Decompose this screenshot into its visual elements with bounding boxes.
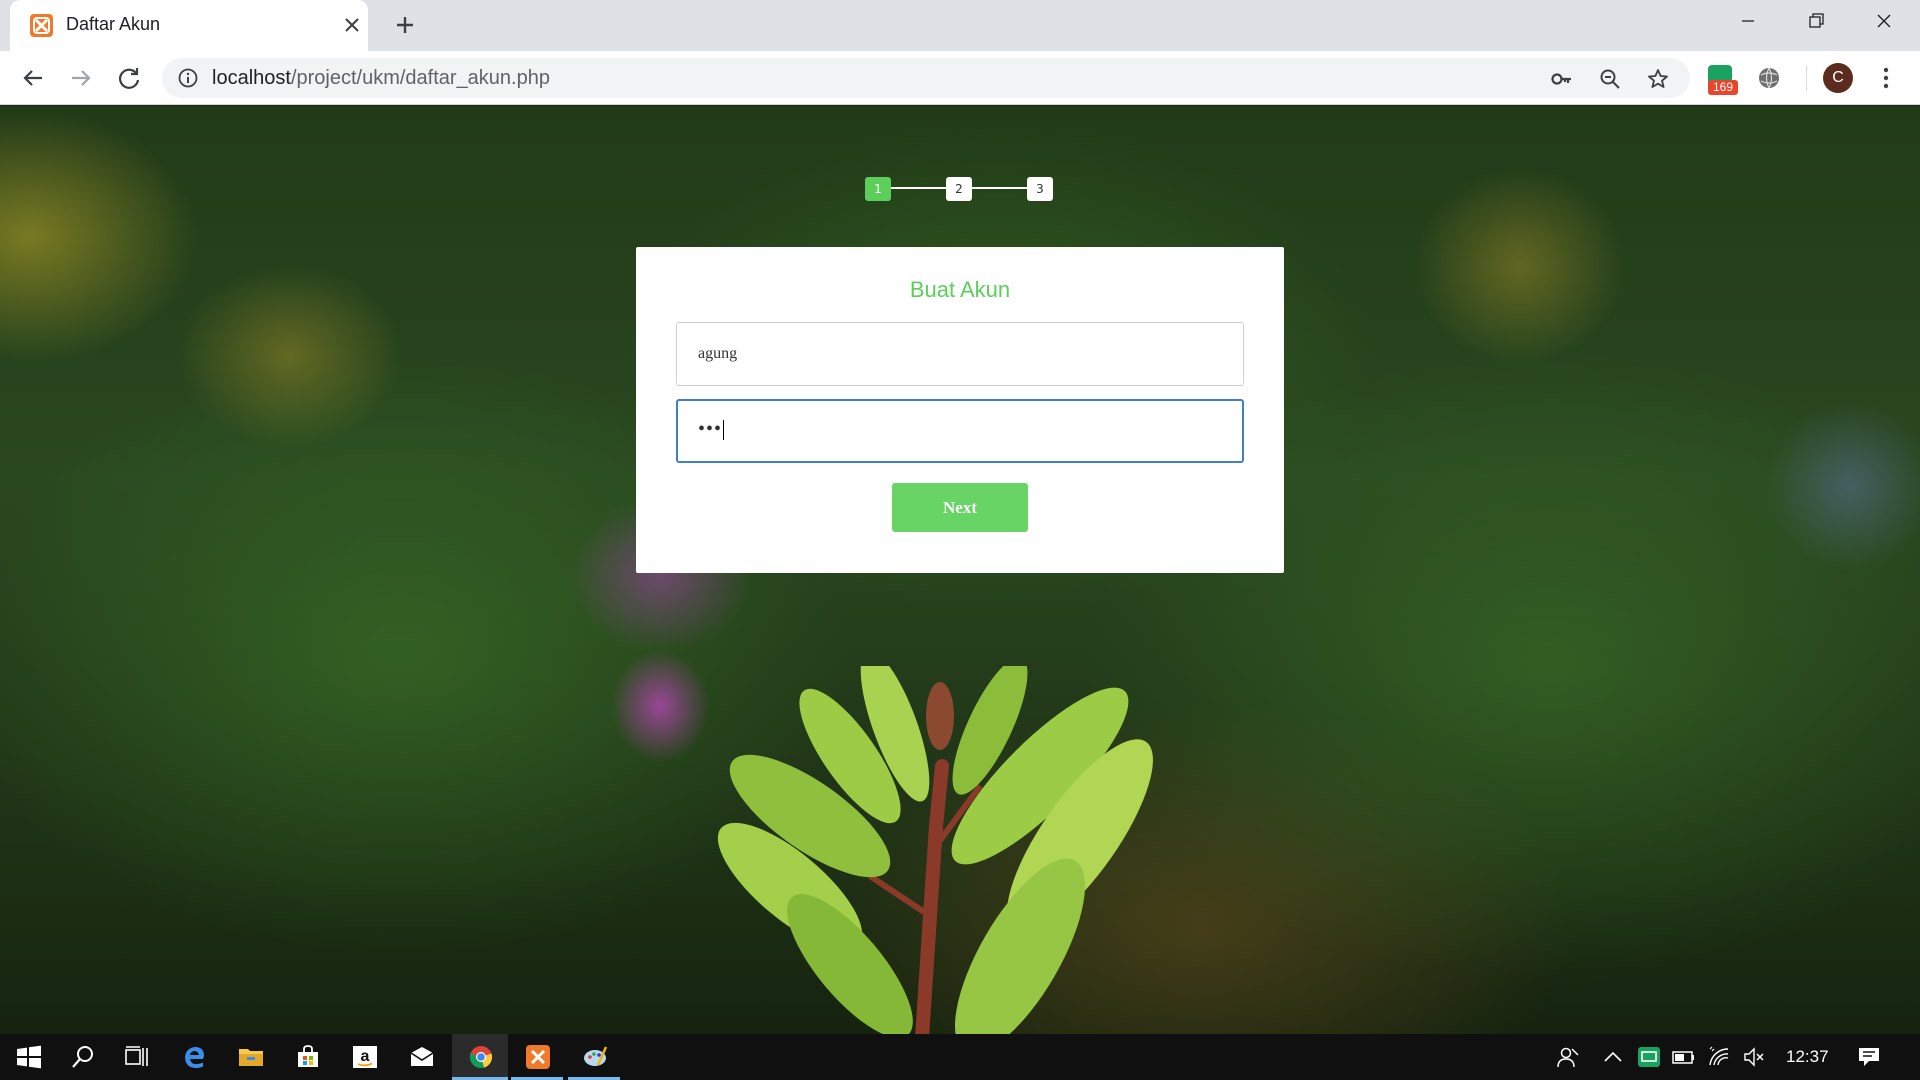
url-host: localhost (212, 67, 291, 89)
edge-icon[interactable] (165, 1034, 221, 1080)
next-button[interactable]: Next (892, 483, 1028, 532)
text-caret (723, 420, 725, 441)
notifications-icon[interactable] (1857, 1046, 1881, 1068)
step-2: 2 (946, 177, 972, 201)
step-1: 1 (865, 177, 891, 201)
info-icon[interactable] (178, 68, 198, 88)
file-explorer-icon[interactable] (222, 1034, 278, 1080)
paint-icon[interactable] (566, 1034, 622, 1080)
xampp-icon (30, 14, 53, 37)
search-icon[interactable] (54, 1034, 110, 1080)
username-value: agung (698, 345, 738, 362)
wifi-icon[interactable] (1707, 1046, 1731, 1068)
browser-tab[interactable]: Daftar Akun (10, 0, 368, 51)
zoom-icon[interactable] (1598, 67, 1622, 91)
forward-arrow-icon[interactable] (66, 63, 96, 93)
password-input[interactable]: ••• (676, 399, 1244, 463)
volume-muted-icon[interactable] (1743, 1046, 1767, 1068)
svg-text:a: a (361, 1048, 370, 1065)
tab-strip: Daftar Akun (0, 0, 1920, 51)
reload-icon[interactable] (114, 63, 144, 93)
restore-button[interactable] (1792, 6, 1840, 40)
tray-app-icon[interactable] (1637, 1046, 1661, 1068)
back-arrow-icon[interactable] (18, 63, 48, 93)
extension-icon[interactable]: 169 (1706, 65, 1738, 95)
tab-title: Daftar Akun (66, 14, 161, 34)
plant-image (717, 666, 1153, 1034)
profile-avatar[interactable]: C (1823, 63, 1853, 93)
new-tab-button[interactable] (390, 10, 420, 40)
extension-badge: 169 (1708, 80, 1738, 95)
task-view-icon[interactable] (108, 1034, 164, 1080)
step-indicator: 1 2 3 (865, 174, 1055, 202)
step-3: 3 (1027, 177, 1053, 201)
star-icon[interactable] (1646, 67, 1670, 91)
username-input[interactable]: agung (676, 322, 1244, 386)
people-icon[interactable] (1556, 1046, 1580, 1068)
globe-extension-icon[interactable] (1756, 65, 1782, 91)
store-icon[interactable] (279, 1034, 335, 1080)
xampp-taskbar-icon[interactable] (509, 1034, 565, 1080)
url-path: /project/ukm/daftar_akun.php (290, 67, 550, 89)
url-text[interactable]: localhost/project/ukm/daftar_akun.php (212, 67, 550, 90)
taskbar: a 12:37 (0, 1034, 1920, 1080)
close-window-button[interactable] (1860, 6, 1908, 40)
windows-start-icon[interactable] (0, 1034, 56, 1080)
form-title: Buat Akun (909, 277, 1011, 302)
browser-toolbar: localhost/project/ukm/daftar_akun.php 16… (0, 51, 1920, 105)
password-value: ••• (698, 418, 725, 441)
menu-icon[interactable] (1874, 65, 1898, 91)
create-account-form: Buat Akun agung ••• Next (636, 247, 1284, 573)
toolbar-divider (1806, 65, 1807, 91)
key-icon[interactable] (1550, 67, 1574, 91)
page-background: 1 2 3 Buat Akun agung ••• Next (0, 106, 1920, 1034)
clock[interactable]: 12:37 (1786, 1047, 1829, 1067)
password-mask: ••• (698, 418, 723, 440)
mail-icon[interactable] (393, 1034, 449, 1080)
address-bar[interactable]: localhost/project/ukm/daftar_akun.php (162, 58, 1690, 98)
minimize-button[interactable] (1724, 6, 1772, 40)
battery-icon[interactable] (1672, 1046, 1696, 1068)
chrome-icon[interactable] (452, 1034, 508, 1080)
amazon-icon[interactable]: a (336, 1034, 392, 1080)
close-tab-icon[interactable] (340, 13, 364, 37)
chevron-up-icon[interactable] (1601, 1046, 1625, 1068)
